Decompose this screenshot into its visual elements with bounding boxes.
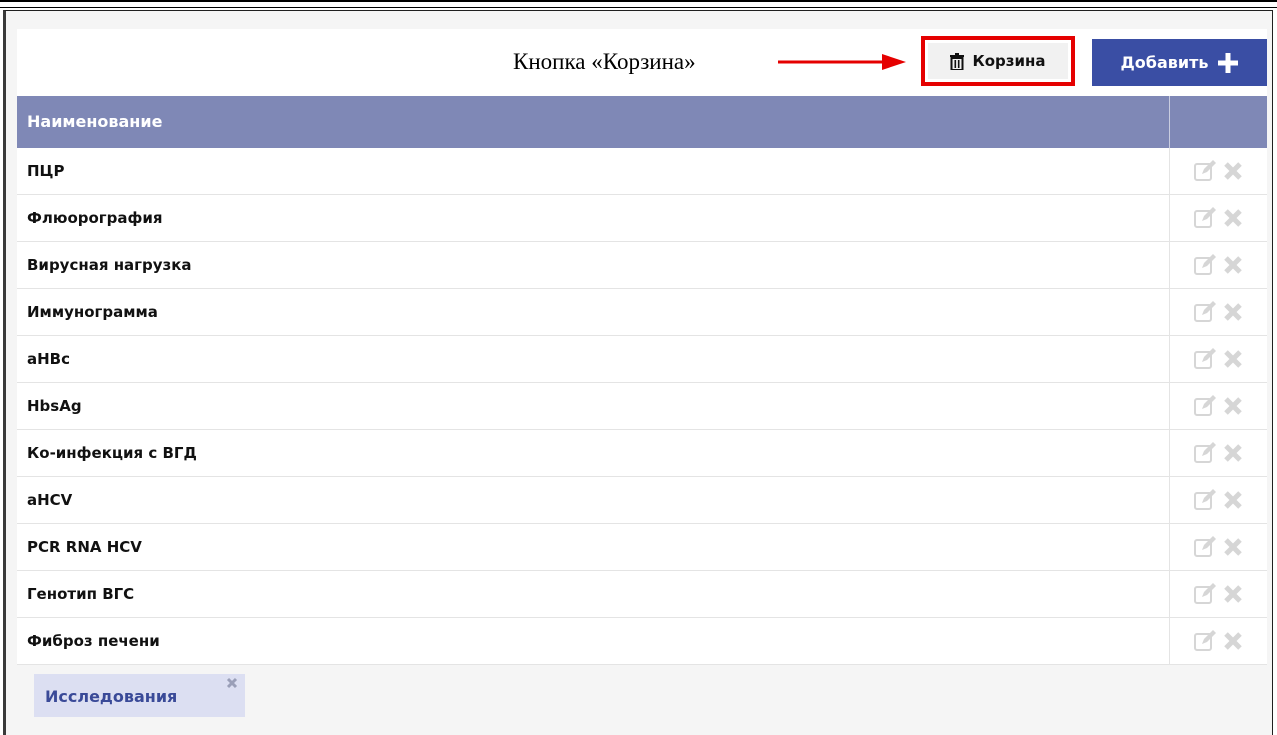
plus-icon bbox=[1218, 52, 1239, 73]
row-actions bbox=[1170, 571, 1267, 617]
table-row[interactable]: Ко-инфекция с ВГД bbox=[17, 430, 1267, 477]
delete-icon[interactable] bbox=[1221, 535, 1245, 559]
top-border bbox=[0, 0, 1277, 2]
edit-icon[interactable] bbox=[1193, 206, 1217, 230]
row-actions bbox=[1170, 383, 1267, 429]
row-actions bbox=[1170, 242, 1267, 288]
row-name: Иммунограмма bbox=[17, 289, 1170, 335]
delete-icon[interactable] bbox=[1221, 253, 1245, 277]
table-row[interactable]: Генотип ВГС bbox=[17, 571, 1267, 618]
table-row[interactable]: ПЦР bbox=[17, 148, 1267, 195]
tab-label: Исследования bbox=[45, 687, 178, 706]
edit-icon[interactable] bbox=[1193, 253, 1217, 277]
delete-icon[interactable] bbox=[1221, 441, 1245, 465]
delete-icon[interactable] bbox=[1221, 488, 1245, 512]
edit-icon[interactable] bbox=[1193, 441, 1217, 465]
top-border-thin bbox=[0, 7, 1277, 8]
delete-icon[interactable] bbox=[1221, 629, 1245, 653]
trash-button-label: Корзина bbox=[972, 52, 1046, 70]
edit-icon[interactable] bbox=[1193, 300, 1217, 324]
row-actions bbox=[1170, 195, 1267, 241]
row-actions bbox=[1170, 289, 1267, 335]
edit-icon[interactable] bbox=[1193, 582, 1217, 606]
row-name: aHBc bbox=[17, 336, 1170, 382]
table-row[interactable]: Вирусная нагрузка bbox=[17, 242, 1267, 289]
delete-icon[interactable] bbox=[1221, 347, 1245, 371]
table-row[interactable]: Флюорография bbox=[17, 195, 1267, 242]
row-name: Флюорография bbox=[17, 195, 1170, 241]
toolbar: Кнопка «Корзина» Корзина Добавить bbox=[17, 29, 1267, 96]
edit-icon[interactable] bbox=[1193, 159, 1217, 183]
row-name: Генотип ВГС bbox=[17, 571, 1170, 617]
annotation-arrow-icon bbox=[778, 54, 906, 70]
close-icon[interactable] bbox=[226, 677, 238, 689]
table-row[interactable]: aHCV bbox=[17, 477, 1267, 524]
table-row[interactable]: PCR RNA HCV bbox=[17, 524, 1267, 571]
add-button-label: Добавить bbox=[1120, 53, 1209, 72]
trash-button-highlight: Корзина bbox=[921, 36, 1075, 86]
references-table: Наименование ПЦР Флюорография Вирусная наг… bbox=[17, 96, 1267, 665]
edit-icon[interactable] bbox=[1193, 629, 1217, 653]
table-body: ПЦР Флюорография Вирусная нагрузка Иммуногр… bbox=[17, 148, 1267, 665]
edit-icon[interactable] bbox=[1193, 394, 1217, 418]
table-row[interactable]: aHBc bbox=[17, 336, 1267, 383]
row-name: HbsAg bbox=[17, 383, 1170, 429]
edit-icon[interactable] bbox=[1193, 488, 1217, 512]
delete-icon[interactable] bbox=[1221, 300, 1245, 324]
trash-button[interactable]: Корзина bbox=[928, 43, 1068, 79]
row-actions bbox=[1170, 336, 1267, 382]
edit-icon[interactable] bbox=[1193, 535, 1217, 559]
edit-icon[interactable] bbox=[1193, 347, 1217, 371]
row-name: Вирусная нагрузка bbox=[17, 242, 1170, 288]
row-actions bbox=[1170, 524, 1267, 570]
table-row[interactable]: Фиброз печени bbox=[17, 618, 1267, 665]
column-header-name[interactable]: Наименование bbox=[17, 96, 1170, 148]
row-name: ПЦР bbox=[17, 148, 1170, 194]
column-header-actions bbox=[1170, 96, 1267, 148]
table-row[interactable]: HbsAg bbox=[17, 383, 1267, 430]
delete-icon[interactable] bbox=[1221, 159, 1245, 183]
delete-icon[interactable] bbox=[1221, 582, 1245, 606]
table-row[interactable]: Иммунограмма bbox=[17, 289, 1267, 336]
delete-icon[interactable] bbox=[1221, 206, 1245, 230]
row-name: aHCV bbox=[17, 477, 1170, 523]
delete-icon[interactable] bbox=[1221, 394, 1245, 418]
trash-icon bbox=[950, 52, 965, 70]
row-actions bbox=[1170, 618, 1267, 664]
row-actions bbox=[1170, 430, 1267, 476]
row-actions bbox=[1170, 477, 1267, 523]
annotation-label: Кнопка «Корзина» bbox=[513, 49, 696, 74]
row-name: Фиброз печени bbox=[17, 618, 1170, 664]
references-panel: Кнопка «Корзина» Корзина Добавить Наимен… bbox=[17, 29, 1267, 665]
row-name: Ко-инфекция с ВГД bbox=[17, 430, 1170, 476]
table-header: Наименование bbox=[17, 96, 1267, 148]
row-actions bbox=[1170, 148, 1267, 194]
add-button[interactable]: Добавить bbox=[1092, 39, 1267, 86]
row-name: PCR RNA HCV bbox=[17, 524, 1170, 570]
tab-research[interactable]: Исследования bbox=[34, 674, 245, 717]
